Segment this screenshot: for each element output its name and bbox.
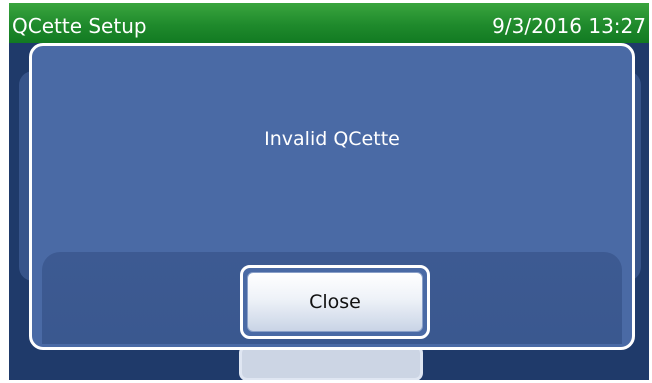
close-button-label: Close [247, 272, 423, 332]
screen-title: QCette Setup [12, 14, 147, 38]
close-button[interactable]: Close [240, 265, 430, 339]
error-dialog: Invalid QCette Close [29, 43, 635, 350]
background-button [239, 345, 423, 380]
device-screen: QCette Setup 9/3/2016 13:27 Invalid QCet… [9, 3, 649, 380]
title-bar: QCette Setup 9/3/2016 13:27 [9, 3, 649, 43]
date-time: 9/3/2016 13:27 [492, 14, 646, 38]
error-message: Invalid QCette [264, 128, 400, 150]
